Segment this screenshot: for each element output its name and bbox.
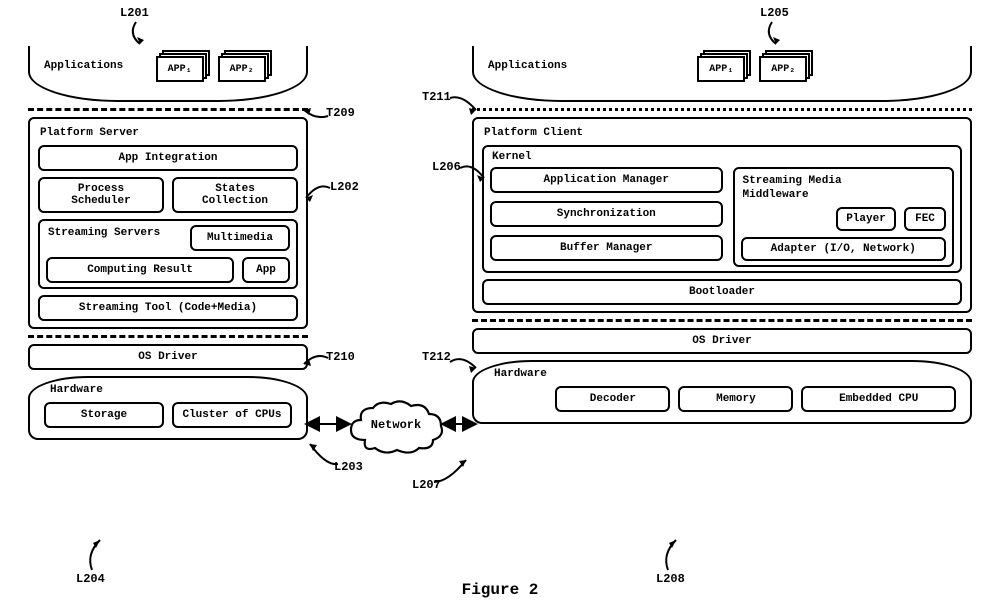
app-integration-box: App Integration: [38, 145, 298, 171]
label-t211: T211: [422, 90, 451, 104]
middleware-title-l2: Middleware: [741, 187, 946, 201]
platform-server-title: Platform Server: [40, 127, 296, 139]
player-box: Player: [836, 207, 896, 231]
platform-client-title: Platform Client: [484, 127, 960, 139]
os-driver-left: OS Driver: [28, 344, 308, 370]
label-t212: T212: [422, 350, 451, 364]
double-arrow-right: [444, 416, 474, 432]
app2-icon-right: APP₂: [759, 50, 811, 82]
hardware-label-right: Hardware: [494, 368, 956, 380]
app-icons-right: APP₁ APP₂: [697, 50, 811, 82]
app1-icon-left: APP₁: [156, 50, 208, 82]
separator-t210: [28, 335, 308, 338]
apps-label-left: Applications: [44, 50, 123, 72]
app2-icon-left: APP₂: [218, 50, 270, 82]
memory-box: Memory: [678, 386, 793, 412]
network-label: Network: [345, 418, 447, 432]
embedded-cpu-box: Embedded CPU: [801, 386, 956, 412]
figure-title: Figure 2: [0, 581, 1000, 599]
label-l205: L205: [760, 6, 789, 20]
double-arrow-left: [308, 416, 348, 432]
network-cloud: Network: [345, 396, 447, 458]
hardware-tray-left: Hardware Storage Cluster of CPUs: [28, 376, 308, 440]
client-stack: Applications APP₁ APP₂ Platform Client K…: [472, 46, 972, 424]
application-manager-box: Application Manager: [490, 167, 723, 193]
label-l201: L201: [120, 6, 149, 20]
kernel-box: Kernel Application Manager Synchronizati…: [482, 145, 962, 273]
process-scheduler-box: Process Scheduler: [38, 177, 164, 213]
streaming-servers-box: Streaming Servers Multimedia Computing R…: [38, 219, 298, 289]
label-l207: L207: [412, 478, 441, 492]
server-stack: Applications APP₁ APP₂ Platform Server A…: [28, 46, 308, 440]
separator-t211: [472, 108, 972, 111]
multimedia-box: Multimedia: [190, 225, 290, 251]
label-t209: T209: [326, 106, 355, 120]
apps-tray-right: Applications APP₁ APP₂: [472, 46, 972, 102]
decoder-box: Decoder: [555, 386, 670, 412]
bootloader-box: Bootloader: [482, 279, 962, 305]
label-l202: L202: [330, 180, 359, 194]
fec-box: FEC: [904, 207, 946, 231]
middleware-box: Streaming Media Middleware Player FEC Ad…: [733, 167, 954, 267]
os-driver-right: OS Driver: [472, 328, 972, 354]
arrow-l208: [660, 536, 690, 572]
label-t210: T210: [326, 350, 355, 364]
streaming-tool-box: Streaming Tool (Code+Media): [38, 295, 298, 321]
buffer-manager-box: Buffer Manager: [490, 235, 723, 261]
cluster-cpus-box: Cluster of CPUs: [172, 402, 292, 428]
middleware-title-l1: Streaming Media: [741, 173, 946, 187]
platform-server-panel: Platform Server App Integration Process …: [28, 117, 308, 329]
kernel-label: Kernel: [490, 151, 954, 167]
label-l206: L206: [432, 160, 461, 174]
states-collection-box: States Collection: [172, 177, 298, 213]
computing-result-box: Computing Result: [46, 257, 234, 283]
apps-tray-left: Applications APP₁ APP₂: [28, 46, 308, 102]
synchronization-box: Synchronization: [490, 201, 723, 227]
arrow-l204: [84, 536, 114, 572]
streaming-servers-label: Streaming Servers: [46, 225, 184, 239]
storage-box: Storage: [44, 402, 164, 428]
label-l203: L203: [334, 460, 363, 474]
hardware-label-left: Hardware: [50, 384, 292, 396]
separator-t212: [472, 319, 972, 322]
hardware-tray-right: Hardware Decoder Memory Embedded CPU: [472, 360, 972, 424]
app-icons-left: APP₁ APP₂: [156, 50, 270, 82]
separator-t209: [28, 108, 308, 111]
adapter-box: Adapter (I/O, Network): [741, 237, 946, 261]
platform-client-panel: Platform Client Kernel Application Manag…: [472, 117, 972, 313]
app-box: App: [242, 257, 290, 283]
app1-icon-right: APP₁: [697, 50, 749, 82]
apps-label-right: Applications: [488, 50, 567, 72]
